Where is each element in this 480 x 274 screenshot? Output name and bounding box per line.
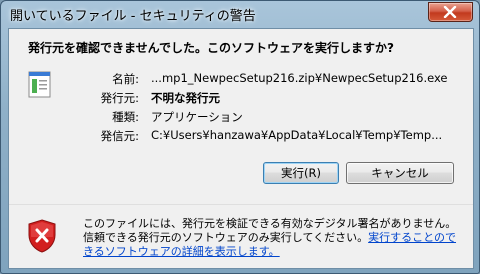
warning-text: このファイルには、発行元を検証できる有効なデジタル署名がありません。信頼できる発… (83, 217, 463, 259)
detail-label: 発信元: (100, 129, 139, 143)
cancel-button[interactable]: キャンセル (346, 162, 454, 184)
warning-footer: このファイルには、発行元を検証できる有効なデジタル署名がありません。信頼できる発… (9, 205, 473, 268)
run-button[interactable]: 実行(R) (263, 162, 339, 184)
security-warning-window: 開いているファイル - セキュリティの警告 発行元を確認できませんでした。このソ… (0, 0, 480, 274)
dialog-body: 発行元を確認できませんでした。このソフトウェアを実行しますか? 名前: ...m… (8, 28, 474, 269)
detail-label: 種類: (112, 110, 139, 124)
detail-value: 不明な発行元 (151, 91, 220, 105)
detail-row-source: 発信元: C:¥Users¥hanzawa¥AppData¥Local¥Temp… (69, 128, 449, 146)
detail-label: 発行元: (100, 91, 139, 105)
detail-row-publisher: 発行元: 不明な発行元 (69, 90, 449, 108)
shield-error-icon (28, 219, 56, 253)
close-button[interactable] (428, 2, 473, 22)
detail-value: アプリケーション (151, 110, 243, 124)
detail-value: ...mp1_NewpecSetup216.zip¥NewpecSetup216… (151, 71, 448, 85)
window-title: 開いているファイル - セキュリティの警告 (10, 9, 256, 24)
title-bar[interactable]: 開いているファイル - セキュリティの警告 (1, 1, 479, 27)
close-icon (443, 6, 457, 18)
detail-row-name: 名前: ...mp1_NewpecSetup216.zip¥NewpecSetu… (69, 71, 449, 89)
file-icon (28, 71, 52, 99)
detail-row-type: 種類: アプリケーション (69, 109, 449, 127)
detail-label: 名前: (112, 72, 139, 86)
dialog-heading: 発行元を確認できませんでした。このソフトウェアを実行しますか? (28, 41, 395, 55)
detail-value: C:¥Users¥hanzawa¥AppData¥Local¥Temp¥Temp… (151, 128, 443, 142)
